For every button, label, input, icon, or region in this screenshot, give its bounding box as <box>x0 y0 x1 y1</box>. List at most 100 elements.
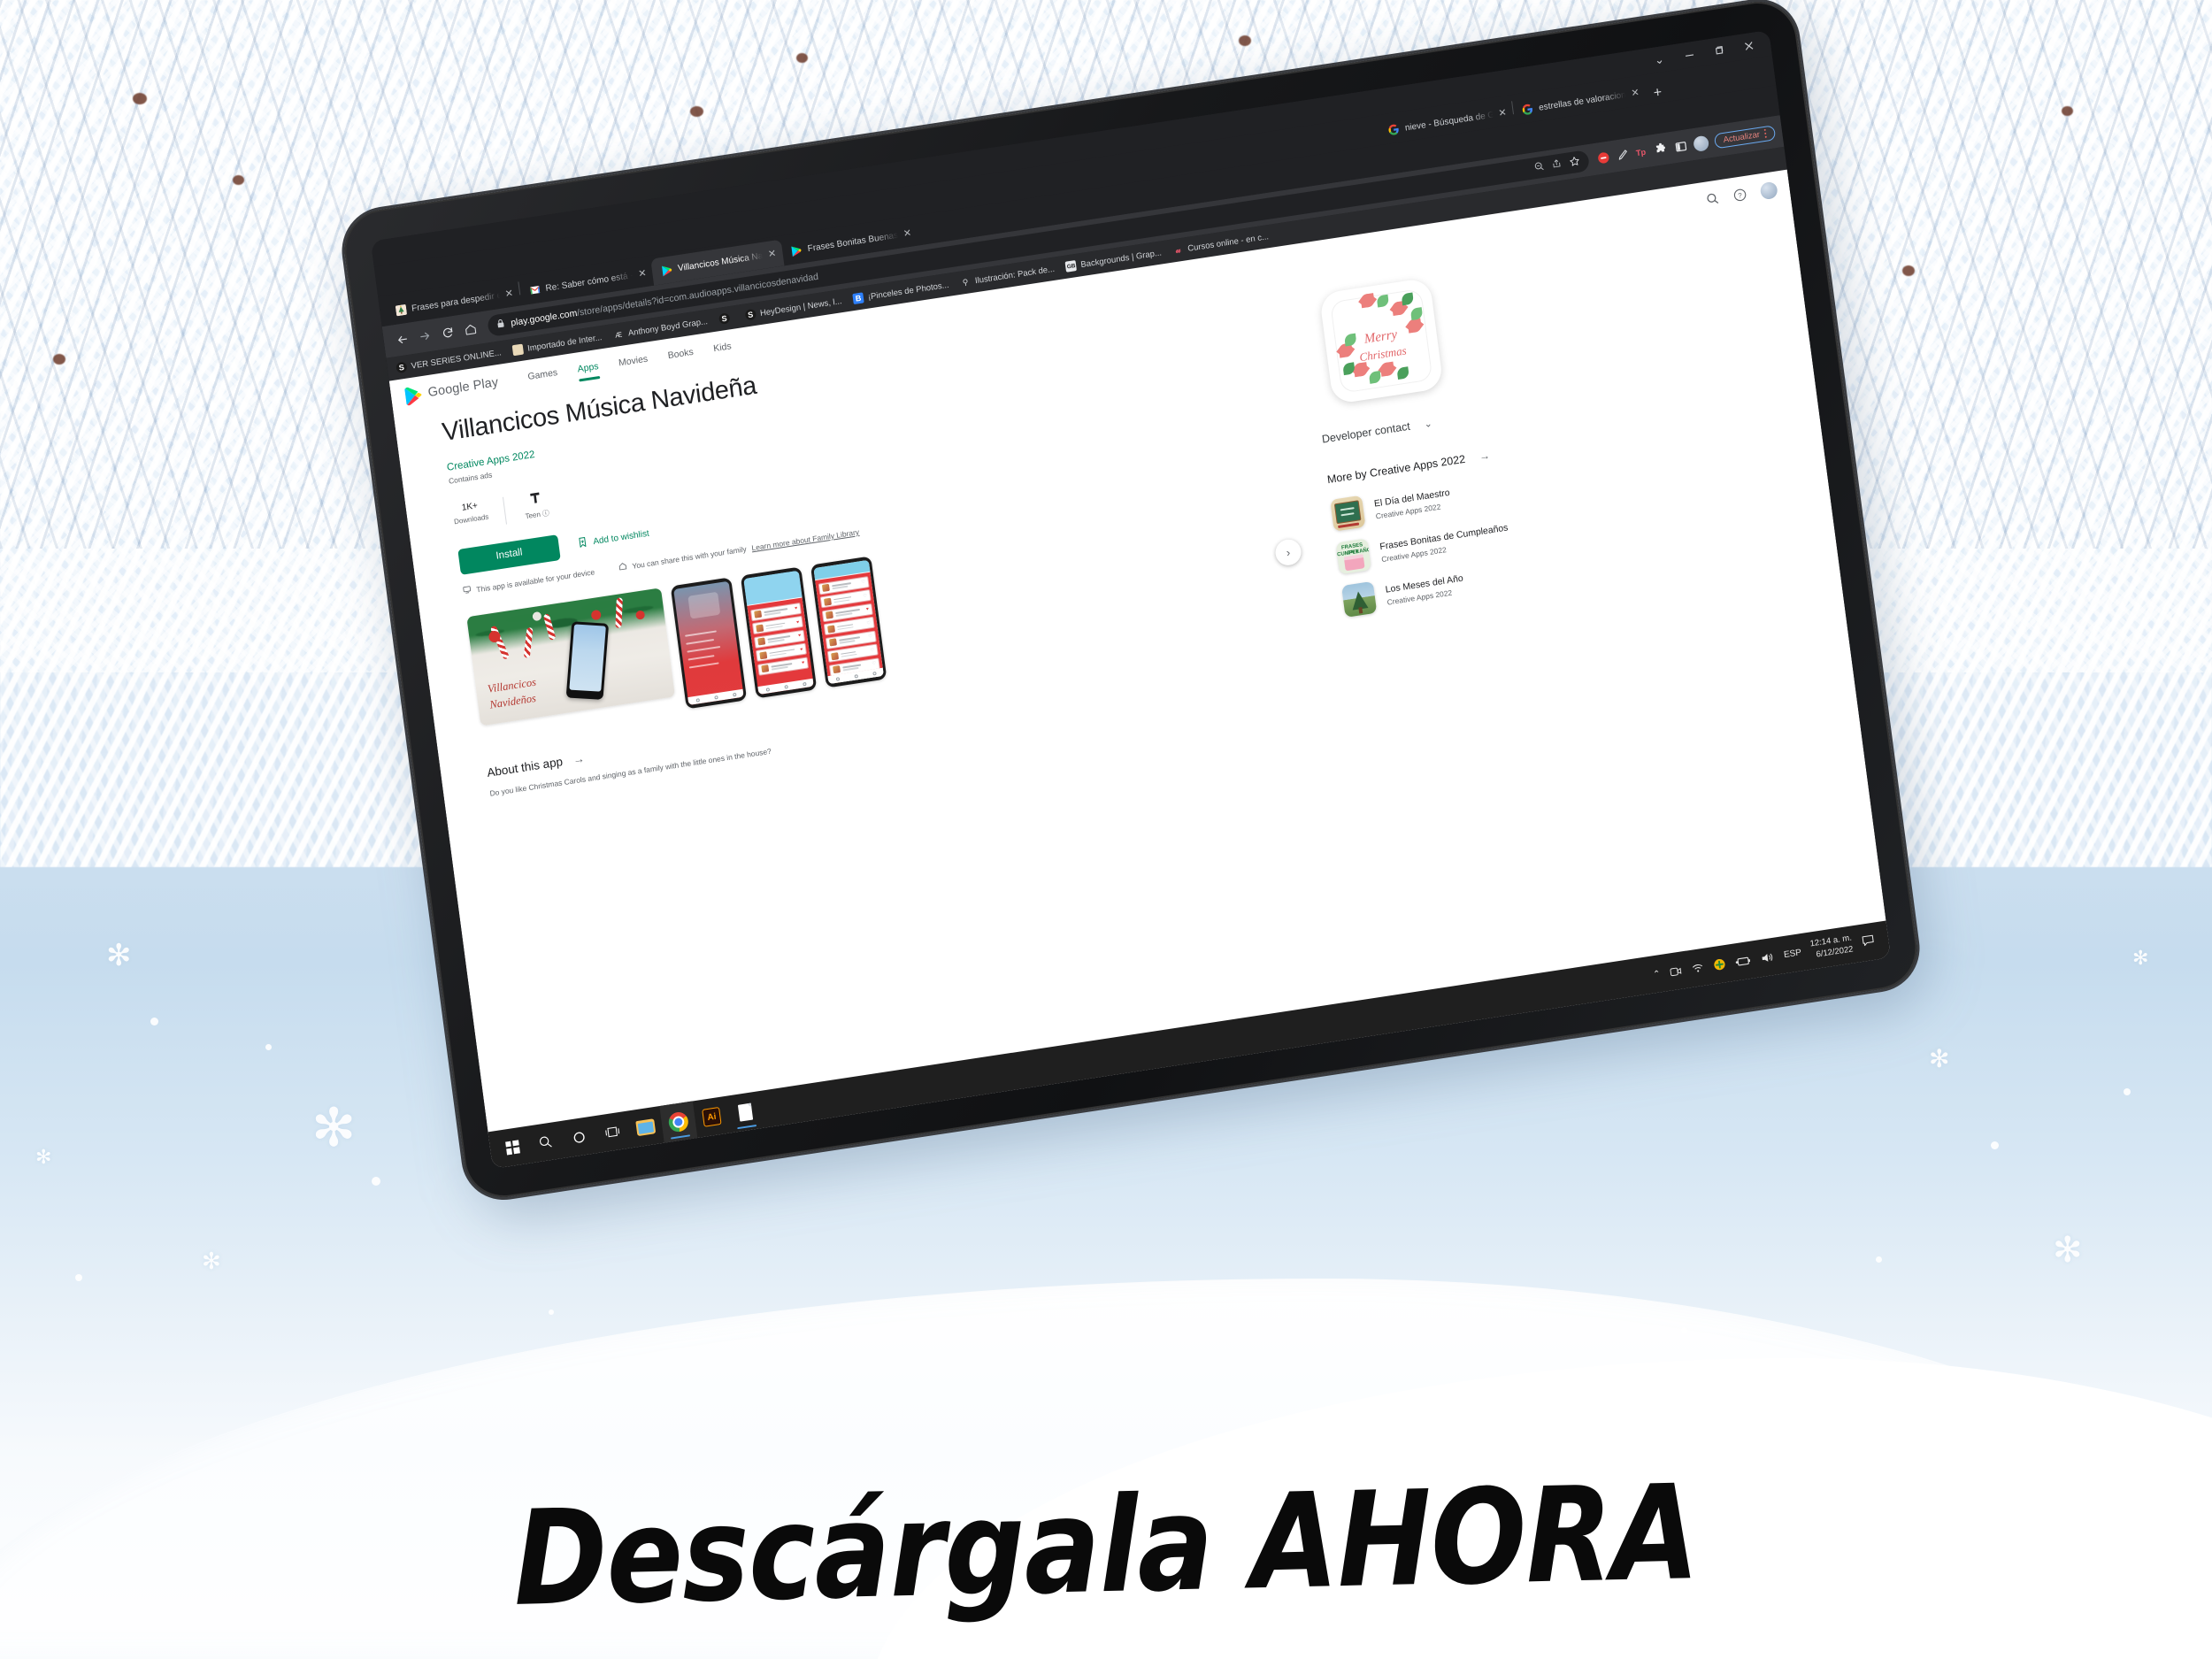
taskbar-search-button[interactable] <box>526 1121 565 1163</box>
update-chrome-button[interactable]: Actualizar <box>1713 124 1777 149</box>
close-tab-icon[interactable]: ✕ <box>1498 107 1508 119</box>
screenshot-feature-graphic[interactable]: Villancicos Navideños <box>466 588 676 726</box>
forward-arrow-icon[interactable] <box>412 323 438 349</box>
bookmark-add-icon <box>578 536 588 550</box>
snow-dot <box>265 1044 272 1050</box>
downloads-value: 1K+ <box>461 501 479 513</box>
google-favicon <box>1387 123 1401 136</box>
cortana-button[interactable] <box>560 1116 598 1157</box>
help-icon[interactable]: ? <box>1732 186 1748 203</box>
document-icon <box>737 1102 753 1122</box>
screenshot-thumb[interactable] <box>670 577 748 710</box>
play-logo-text: Google Play <box>426 375 500 401</box>
meet-icon[interactable] <box>1670 964 1684 978</box>
notification-icon[interactable] <box>1862 934 1876 950</box>
about-arrow-icon[interactable]: → <box>572 752 586 767</box>
content-rating-label: Teen ⓘ <box>525 509 550 521</box>
app-screen-wishlist: ♡ ♡ ♥ ♡ ♡ ♡ ♡ ♡ <box>813 560 884 685</box>
share-icon[interactable] <box>1551 158 1563 173</box>
illustrator-taskbar-button[interactable]: Ai <box>693 1096 731 1138</box>
family-home-icon <box>618 562 627 572</box>
phone-mockup <box>565 621 610 701</box>
file-explorer-button[interactable] <box>626 1106 664 1148</box>
downloads-stat: 1K+ Downloads <box>452 497 505 526</box>
tab-title: Frases para despedir e <box>411 290 501 314</box>
more-by-title: More by Creative Apps 2022 <box>1326 452 1466 487</box>
close-tab-icon[interactable]: ✕ <box>1631 87 1640 98</box>
device-note-text: This app is available for your device <box>475 567 595 595</box>
nav-kids[interactable]: Kids <box>713 341 733 357</box>
reload-icon[interactable] <box>435 319 461 346</box>
nav-games[interactable]: Games <box>527 367 558 385</box>
pine-berry <box>233 175 244 185</box>
keyboard-language[interactable]: ESP <box>1783 948 1801 960</box>
star-icon[interactable] <box>1569 155 1581 170</box>
illustrator-icon: Ai <box>702 1106 722 1127</box>
poinsettia-flower <box>1407 319 1422 334</box>
close-tab-icon[interactable]: ✕ <box>902 227 912 239</box>
google-play-favicon <box>790 244 803 257</box>
adblock-icon[interactable] <box>1594 147 1615 168</box>
rating-value: Teen <box>525 510 541 521</box>
tab-search-chevron-icon[interactable]: ⌄ <box>1643 46 1676 73</box>
profile-avatar[interactable] <box>1692 134 1709 152</box>
pen-tool-icon[interactable] <box>1613 144 1634 165</box>
chrome-taskbar-button[interactable] <box>659 1101 698 1143</box>
wifi-icon[interactable] <box>1691 962 1704 974</box>
clock[interactable]: 12:14 a. m. 6/12/2022 <box>1809 933 1854 963</box>
folder-icon <box>511 343 525 357</box>
maximize-restore-button[interactable] <box>1702 37 1735 65</box>
security-icon[interactable] <box>1713 957 1727 972</box>
christmas-favicon <box>395 303 408 317</box>
sidepanel-icon[interactable] <box>1671 135 1692 157</box>
screenshot-thumb[interactable]: ♥ ♥ ♥ ♥ ♥ <box>740 566 818 699</box>
close-window-button[interactable] <box>1732 33 1765 60</box>
close-tab-icon[interactable]: ✕ <box>767 248 777 259</box>
snow-dot <box>1876 1256 1882 1263</box>
install-button[interactable]: Install <box>457 534 561 576</box>
tray-expand-chevron-icon[interactable]: ⌃ <box>1653 969 1662 979</box>
family-library-link[interactable]: Learn more about Family Library <box>751 527 860 552</box>
document-taskbar-button[interactable] <box>726 1091 764 1133</box>
search-icon[interactable] <box>1703 190 1720 207</box>
about-title: About this app <box>486 755 564 780</box>
nav-apps[interactable]: Apps <box>577 361 600 377</box>
zoom-out-icon[interactable] <box>1533 161 1545 175</box>
s-icon: S <box>718 312 731 325</box>
more-by-arrow-icon[interactable]: → <box>1479 449 1491 464</box>
list-item-text: Frases Bonitas de Cumpleaños Creative Ap… <box>1379 522 1510 564</box>
avatar[interactable] <box>1759 180 1778 200</box>
family-note-text: You can share this with your family <box>631 544 748 571</box>
close-tab-icon[interactable]: ✕ <box>504 288 514 299</box>
downloads-label: Downloads <box>453 512 489 526</box>
nav-books[interactable]: Books <box>667 346 695 363</box>
chevron-down-icon[interactable]: ⌄ <box>1424 417 1433 429</box>
pine-berry <box>796 53 808 63</box>
home-icon[interactable] <box>457 316 483 342</box>
content-rating-icon <box>522 490 548 507</box>
start-button[interactable] <box>493 1126 531 1168</box>
add-to-wishlist-button[interactable]: Add to wishlist <box>578 527 650 551</box>
u-icon: 𝓊 <box>1174 244 1181 256</box>
url-domain: play.google.com <box>510 307 578 329</box>
tablet-screen: ⌄ nieve - Búsqueda de G ✕ estrellas de v… <box>370 29 1892 1170</box>
volume-icon[interactable] <box>1761 950 1776 964</box>
bookmark-item[interactable]: S <box>718 312 734 325</box>
extensions-puzzle-icon[interactable] <box>1651 139 1672 160</box>
tablet-device: ⌄ nieve - Búsqueda de G ✕ estrellas de v… <box>339 0 1934 1225</box>
close-tab-icon[interactable]: ✕ <box>638 267 648 279</box>
minimize-button[interactable] <box>1672 42 1705 69</box>
back-arrow-icon[interactable] <box>389 326 415 353</box>
task-view-button[interactable] <box>593 1111 631 1153</box>
pine-berry <box>1902 265 1915 276</box>
screenshot-thumb[interactable]: ♡ ♡ ♥ ♡ ♡ ♡ ♡ ♡ <box>810 556 887 688</box>
nav-movies[interactable]: Movies <box>618 353 649 371</box>
battery-icon[interactable] <box>1735 955 1752 967</box>
chrome-menu-icon[interactable] <box>1763 128 1767 139</box>
snow-dot <box>1991 1141 1999 1149</box>
teachers-pay-teachers-icon[interactable]: Tp <box>1632 142 1653 163</box>
update-label: Actualizar <box>1722 129 1761 145</box>
google-play-logo[interactable]: Google Play <box>404 373 500 406</box>
b-icon: B <box>852 292 864 305</box>
svg-text:?: ? <box>1738 191 1743 200</box>
